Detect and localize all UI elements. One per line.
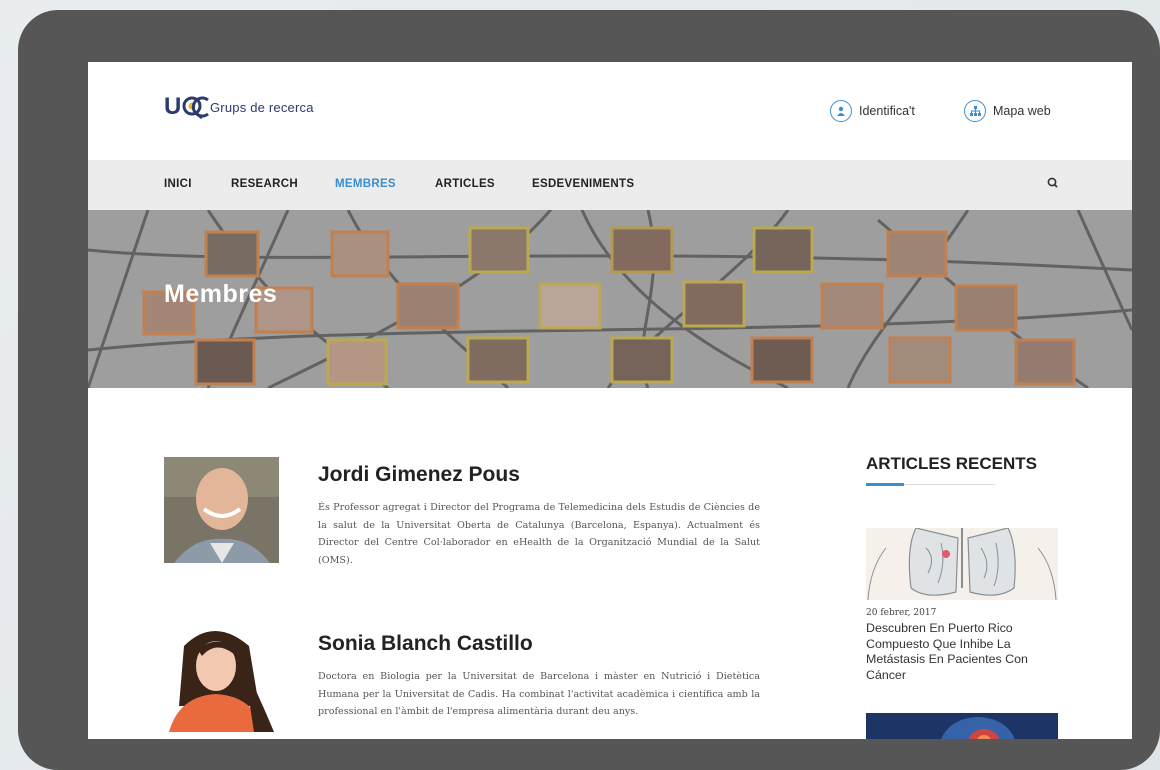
login-link[interactable]: Identifica't <box>830 100 915 122</box>
sitemap-link[interactable]: Mapa web <box>964 100 1051 122</box>
uoc-logo-icon: U <box>164 92 210 122</box>
user-icon <box>830 100 852 122</box>
nav-item-research[interactable]: RESEARCH <box>231 178 298 190</box>
sitemap-label: Mapa web <box>993 104 1051 118</box>
nav-item-membres[interactable]: MEMBRES <box>335 178 396 190</box>
member-name: Jordi Gimenez Pous <box>318 463 520 486</box>
sidebar-title-accent <box>866 483 904 486</box>
sidebar-title: ARTICLES RECENTS <box>866 454 1037 473</box>
logo-text: Grups de recerca <box>210 99 314 115</box>
nav-item-esdeveniments[interactable]: ESDEVENIMENTS <box>532 178 634 190</box>
member-bio: Doctora en Biologia per la Universitat d… <box>318 671 760 717</box>
member-photo <box>164 457 279 563</box>
device-frame: U Grups de recerca Identifica't Mapa web… <box>18 10 1160 770</box>
article-thumbnail[interactable] <box>866 528 1058 600</box>
member-bio: És Professor agregat i Director del Prog… <box>318 502 760 566</box>
article-title-link[interactable]: Descubren En Puerto Rico Compuesto Que I… <box>866 621 1058 683</box>
nav-item-inici[interactable]: INICI <box>164 178 192 190</box>
page-title: Membres <box>164 280 278 308</box>
svg-text:U: U <box>164 93 181 120</box>
nav-item-articles[interactable]: ARTICLES <box>435 178 495 190</box>
sitemap-icon <box>964 100 986 122</box>
article-thumbnail[interactable] <box>866 713 1058 739</box>
page-banner: Membres <box>88 210 1132 388</box>
member-photo <box>164 626 279 732</box>
login-label: Identifica't <box>859 104 915 118</box>
member-name: Sonia Blanch Castillo <box>318 632 533 655</box>
site-header: U Grups de recerca Identifica't Mapa web <box>88 62 1132 160</box>
main-nav: INICI RESEARCH MEMBRES ARTICLES ESDEVENI… <box>88 160 1132 210</box>
search-icon[interactable] <box>1046 176 1060 190</box>
site-logo[interactable]: U Grups de recerca <box>164 92 314 122</box>
browser-viewport: U Grups de recerca Identifica't Mapa web… <box>88 62 1132 739</box>
article-date: 20 febrer, 2017 <box>866 608 937 618</box>
